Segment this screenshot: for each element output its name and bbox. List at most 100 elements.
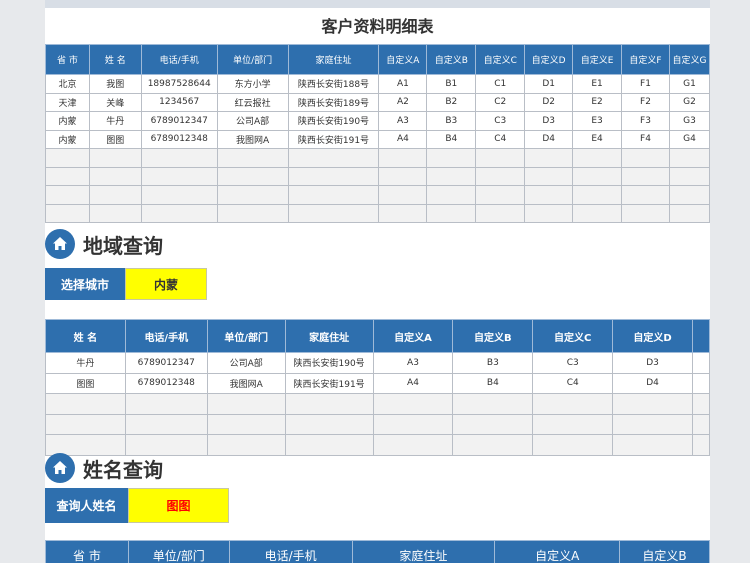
col-header[interactable]: 单位/部门 <box>216 44 289 75</box>
cell[interactable]: D3 <box>612 352 693 374</box>
cell[interactable]: B3 <box>426 111 477 131</box>
col-header[interactable]: 电话/手机 <box>124 319 208 353</box>
cell[interactable] <box>692 372 710 394</box>
cell[interactable] <box>621 185 670 205</box>
col-header[interactable]: 家庭住址 <box>284 319 374 353</box>
col-header[interactable]: 自定义D <box>524 44 574 75</box>
col-header[interactable]: 自定义D <box>612 319 693 353</box>
col-header[interactable]: 自定义A <box>378 44 428 75</box>
cell[interactable] <box>88 148 142 168</box>
cell[interactable] <box>532 393 614 415</box>
cell[interactable]: 图图 <box>88 129 142 149</box>
cell[interactable]: B1 <box>426 74 477 94</box>
col-header[interactable]: 自定义E <box>572 44 623 75</box>
cell[interactable]: E4 <box>572 129 623 149</box>
cell[interactable]: 内蒙 <box>45 129 90 149</box>
cell[interactable] <box>572 203 623 223</box>
cell[interactable]: F3 <box>621 111 670 131</box>
cell[interactable]: 图图 <box>45 372 126 394</box>
cell[interactable] <box>612 434 693 456</box>
cell[interactable]: 我图网A <box>206 372 286 394</box>
cell[interactable]: 我图网A <box>216 129 289 149</box>
cell[interactable]: B4 <box>426 129 477 149</box>
cell[interactable]: C4 <box>475 129 526 149</box>
cell[interactable]: B2 <box>426 92 477 112</box>
cell[interactable] <box>668 166 710 186</box>
cell[interactable] <box>88 185 142 205</box>
cell[interactable] <box>206 393 286 415</box>
cell[interactable] <box>426 203 477 223</box>
cell[interactable] <box>378 148 428 168</box>
cell[interactable] <box>452 434 534 456</box>
cell[interactable]: D3 <box>524 111 574 131</box>
cell[interactable] <box>284 434 374 456</box>
cell[interactable]: A3 <box>372 352 454 374</box>
cell[interactable] <box>372 413 454 435</box>
col-header[interactable]: 自定义B <box>452 319 534 353</box>
name-search-input[interactable]: 图图 <box>128 488 229 523</box>
cell[interactable]: B3 <box>452 352 534 374</box>
cell[interactable] <box>124 393 208 415</box>
cell[interactable] <box>621 166 670 186</box>
col-header[interactable]: 自定义B <box>619 540 710 563</box>
cell[interactable] <box>216 166 289 186</box>
cell[interactable] <box>426 166 477 186</box>
col-header[interactable]: 单位/部门 <box>206 319 286 353</box>
col-header[interactable]: 省 市 <box>45 44 90 75</box>
cell[interactable]: 陕西长安街191号 <box>287 129 380 149</box>
cell[interactable]: F2 <box>621 92 670 112</box>
cell[interactable]: 牛丹 <box>88 111 142 131</box>
col-header[interactable]: 自定义C <box>532 319 614 353</box>
col-header[interactable]: 自定义A <box>372 319 454 353</box>
cell[interactable]: 牛丹 <box>45 352 126 374</box>
cell[interactable]: 6789012347 <box>124 352 208 374</box>
cell[interactable]: 公司A部 <box>216 111 289 131</box>
cell[interactable] <box>45 185 90 205</box>
cell[interactable]: 东方小学 <box>216 74 289 94</box>
cell[interactable] <box>524 166 574 186</box>
cell[interactable]: E1 <box>572 74 623 94</box>
cell[interactable]: 我图 <box>88 74 142 94</box>
cell[interactable] <box>45 148 90 168</box>
cell[interactable] <box>692 434 710 456</box>
cell[interactable] <box>124 434 208 456</box>
cell[interactable] <box>287 185 380 205</box>
cell[interactable]: A1 <box>378 74 428 94</box>
cell[interactable] <box>692 352 710 374</box>
col-header[interactable]: 自定义G <box>668 44 710 75</box>
cell[interactable] <box>140 185 218 205</box>
cell[interactable] <box>524 148 574 168</box>
cell[interactable]: 1234567 <box>140 92 218 112</box>
cell[interactable] <box>372 393 454 415</box>
cell[interactable] <box>452 393 534 415</box>
cell[interactable]: 红云报社 <box>216 92 289 112</box>
col-header[interactable]: 家庭住址 <box>287 44 380 75</box>
cell[interactable] <box>140 203 218 223</box>
cell[interactable]: B4 <box>452 372 534 394</box>
cell[interactable]: 18987528644 <box>140 74 218 94</box>
cell[interactable] <box>612 413 693 435</box>
col-header[interactable]: 自定义C <box>475 44 526 75</box>
cell[interactable]: 陕西长安街190号 <box>284 352 374 374</box>
cell[interactable] <box>572 185 623 205</box>
cell[interactable] <box>206 434 286 456</box>
cell[interactable] <box>284 393 374 415</box>
cell[interactable] <box>88 203 142 223</box>
col-header[interactable]: 省 市 <box>45 540 129 563</box>
cell[interactable]: G3 <box>668 111 710 131</box>
cell[interactable] <box>475 166 526 186</box>
cell[interactable] <box>88 166 142 186</box>
cell[interactable]: A4 <box>372 372 454 394</box>
cell[interactable] <box>692 413 710 435</box>
cell[interactable]: 6789012347 <box>140 111 218 131</box>
cell[interactable] <box>524 203 574 223</box>
cell[interactable]: D4 <box>612 372 693 394</box>
cell[interactable] <box>378 203 428 223</box>
cell[interactable]: D4 <box>524 129 574 149</box>
cell[interactable]: 6789012348 <box>140 129 218 149</box>
cell[interactable] <box>426 185 477 205</box>
cell[interactable] <box>287 148 380 168</box>
city-select-input[interactable]: 内蒙 <box>125 268 207 300</box>
cell[interactable]: E3 <box>572 111 623 131</box>
cell[interactable]: F4 <box>621 129 670 149</box>
